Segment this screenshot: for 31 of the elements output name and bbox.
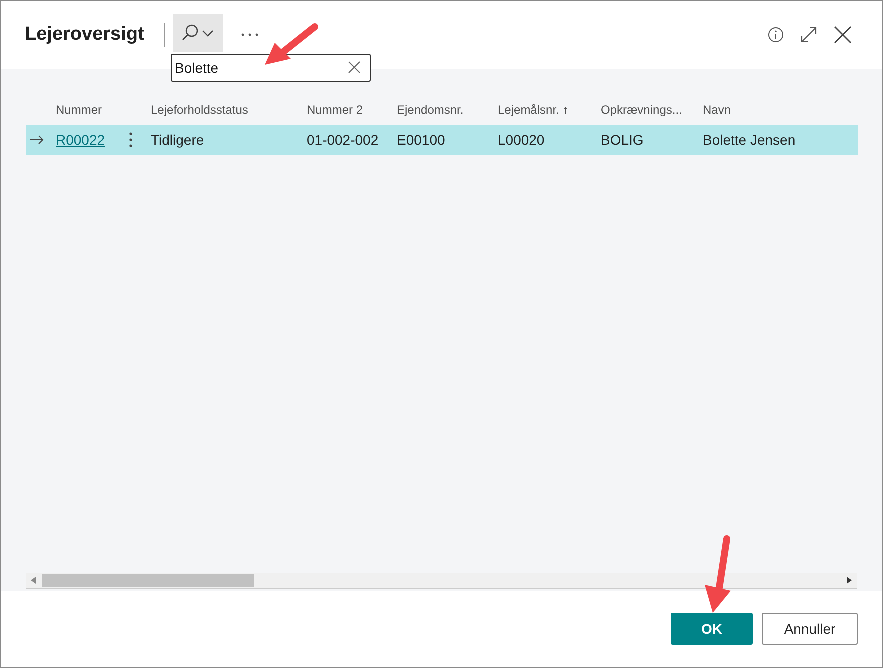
table-cell: 01-002-002 [307,132,379,148]
column-header[interactable]: Lejemålsnr. ↑ [498,103,569,117]
arrow-right-icon [30,135,44,145]
info-icon[interactable] [768,27,784,43]
scroll-left-icon[interactable] [31,577,36,584]
row-menu-icon[interactable] [129,132,133,148]
table-row[interactable]: R00022 Tidligere 01-002-002 E00100 L00020 BOLIG Bolette Jensen [26,125,858,155]
column-header[interactable]: Nummer 2 [307,103,364,117]
ellipsis-icon [241,33,260,37]
table-cell: Bolette Jensen [703,132,796,148]
table-cell: E00100 [397,132,446,148]
close-icon[interactable] [834,26,852,44]
column-header[interactable]: Ejendomsnr. [397,103,464,117]
scroll-right-icon[interactable] [847,577,852,584]
search-icon [181,23,216,43]
search-button[interactable] [173,14,224,52]
column-header[interactable]: Nummer [56,103,102,117]
table-cell: Tidligere [151,132,204,148]
clear-icon[interactable] [348,61,361,74]
column-header[interactable]: Lejeforholdsstatus [151,103,248,117]
table-cell: BOLIG [601,132,644,148]
ok-button[interactable]: OK [671,613,753,645]
horizontal-scrollbar[interactable] [26,573,857,589]
window-title: Lejeroversigt [25,24,144,46]
record-link[interactable]: R00022 [56,132,106,148]
expand-icon[interactable] [800,26,818,44]
column-header[interactable]: Opkrævnings... [601,103,682,117]
table-cell: L00020 [498,132,545,148]
search-field[interactable]: Bolette [171,54,371,82]
cancel-button[interactable]: Annuller [762,613,858,645]
column-header[interactable]: Navn [703,103,732,117]
